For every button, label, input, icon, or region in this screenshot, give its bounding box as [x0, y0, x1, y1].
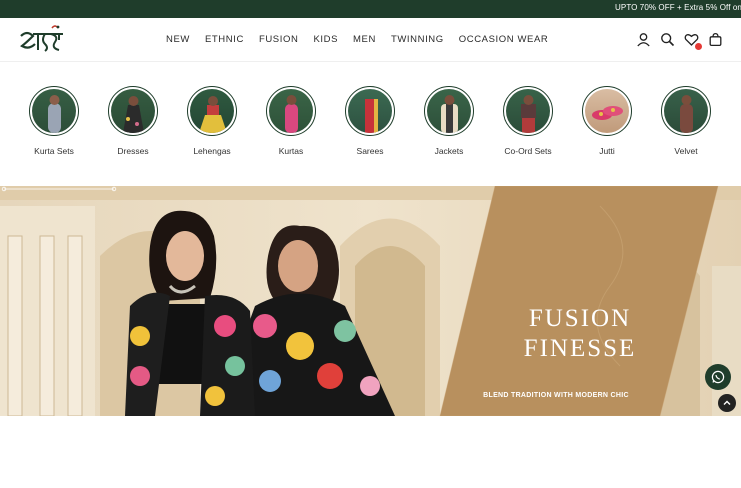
ornament-divider-icon	[1, 186, 117, 192]
category-kurta-sets[interactable]: Kurta Sets	[14, 86, 94, 156]
category-strip: Kurta Sets Dresses Lehengas Kurtas Saree…	[0, 86, 741, 160]
hero-image	[0, 186, 741, 416]
category-label: Kurtas	[278, 146, 304, 156]
account-icon[interactable]	[636, 32, 651, 47]
hero-title: FUSION FINESSE	[510, 304, 650, 364]
category-label: Dresses	[117, 146, 149, 156]
category-image	[29, 86, 79, 136]
category-image	[661, 86, 711, 136]
category-image	[108, 86, 158, 136]
category-jutti[interactable]: Jutti	[567, 86, 647, 156]
category-dresses[interactable]: Dresses	[93, 86, 173, 156]
search-icon[interactable]	[660, 32, 675, 47]
nav-fusion[interactable]: FUSION	[259, 34, 299, 45]
category-image	[424, 86, 474, 136]
nav-twinning[interactable]: TWINNING	[391, 34, 444, 45]
chevron-up-icon	[723, 400, 731, 405]
wishlist-icon[interactable]	[684, 32, 702, 50]
category-co-ord-sets[interactable]: Co-Ord Sets	[488, 86, 568, 156]
category-jackets[interactable]: Jackets	[409, 86, 489, 156]
category-velvet[interactable]: Velvet	[646, 86, 726, 156]
scroll-to-top-button[interactable]	[718, 394, 736, 412]
category-label: Lehengas	[193, 146, 231, 156]
category-label: Jackets	[434, 146, 464, 156]
category-label: Velvet	[674, 146, 698, 156]
nav-kids[interactable]: KIDS	[313, 34, 338, 45]
category-kurtas[interactable]: Kurtas	[251, 86, 331, 156]
category-image	[266, 86, 316, 136]
category-label: Jutti	[599, 146, 615, 156]
whatsapp-button[interactable]	[705, 364, 731, 390]
brand-logo[interactable]	[19, 24, 65, 56]
category-image	[187, 86, 237, 136]
hero-subtitle: BLEND TRADITION WITH MODERN CHIC	[483, 392, 629, 399]
cart-icon[interactable]	[708, 32, 723, 47]
hero-title-line2: FINESSE	[523, 335, 637, 362]
category-image	[345, 86, 395, 136]
nav-ethnic[interactable]: ETHNIC	[205, 34, 244, 45]
site-header: NEW ETHNIC FUSION KIDS MEN TWINNING OCCA…	[0, 18, 741, 62]
nav-new[interactable]: NEW	[166, 34, 190, 45]
announcement-text: UPTO 70% OFF + Extra 5% Off on F	[615, 3, 741, 12]
wishlist-badge	[695, 43, 702, 50]
category-label: Kurta Sets	[34, 146, 74, 156]
header-actions	[636, 32, 723, 50]
hero-title-line1: FUSION	[528, 305, 632, 332]
main-nav: NEW ETHNIC FUSION KIDS MEN TWINNING OCCA…	[166, 34, 563, 45]
whatsapp-icon	[711, 370, 725, 384]
category-image	[503, 86, 553, 136]
category-label: Co-Ord Sets	[504, 146, 552, 156]
category-sarees[interactable]: Sarees	[330, 86, 410, 156]
nav-occasion-wear[interactable]: OCCASION WEAR	[459, 34, 549, 45]
announcement-bar: UPTO 70% OFF + Extra 5% Off on F	[0, 0, 741, 18]
nav-men[interactable]: MEN	[353, 34, 376, 45]
category-image	[582, 86, 632, 136]
hero-banner[interactable]: FUSION FINESSE BLEND TRADITION WITH MODE…	[0, 186, 741, 416]
category-lehengas[interactable]: Lehengas	[172, 86, 252, 156]
category-label: Sarees	[356, 146, 384, 156]
